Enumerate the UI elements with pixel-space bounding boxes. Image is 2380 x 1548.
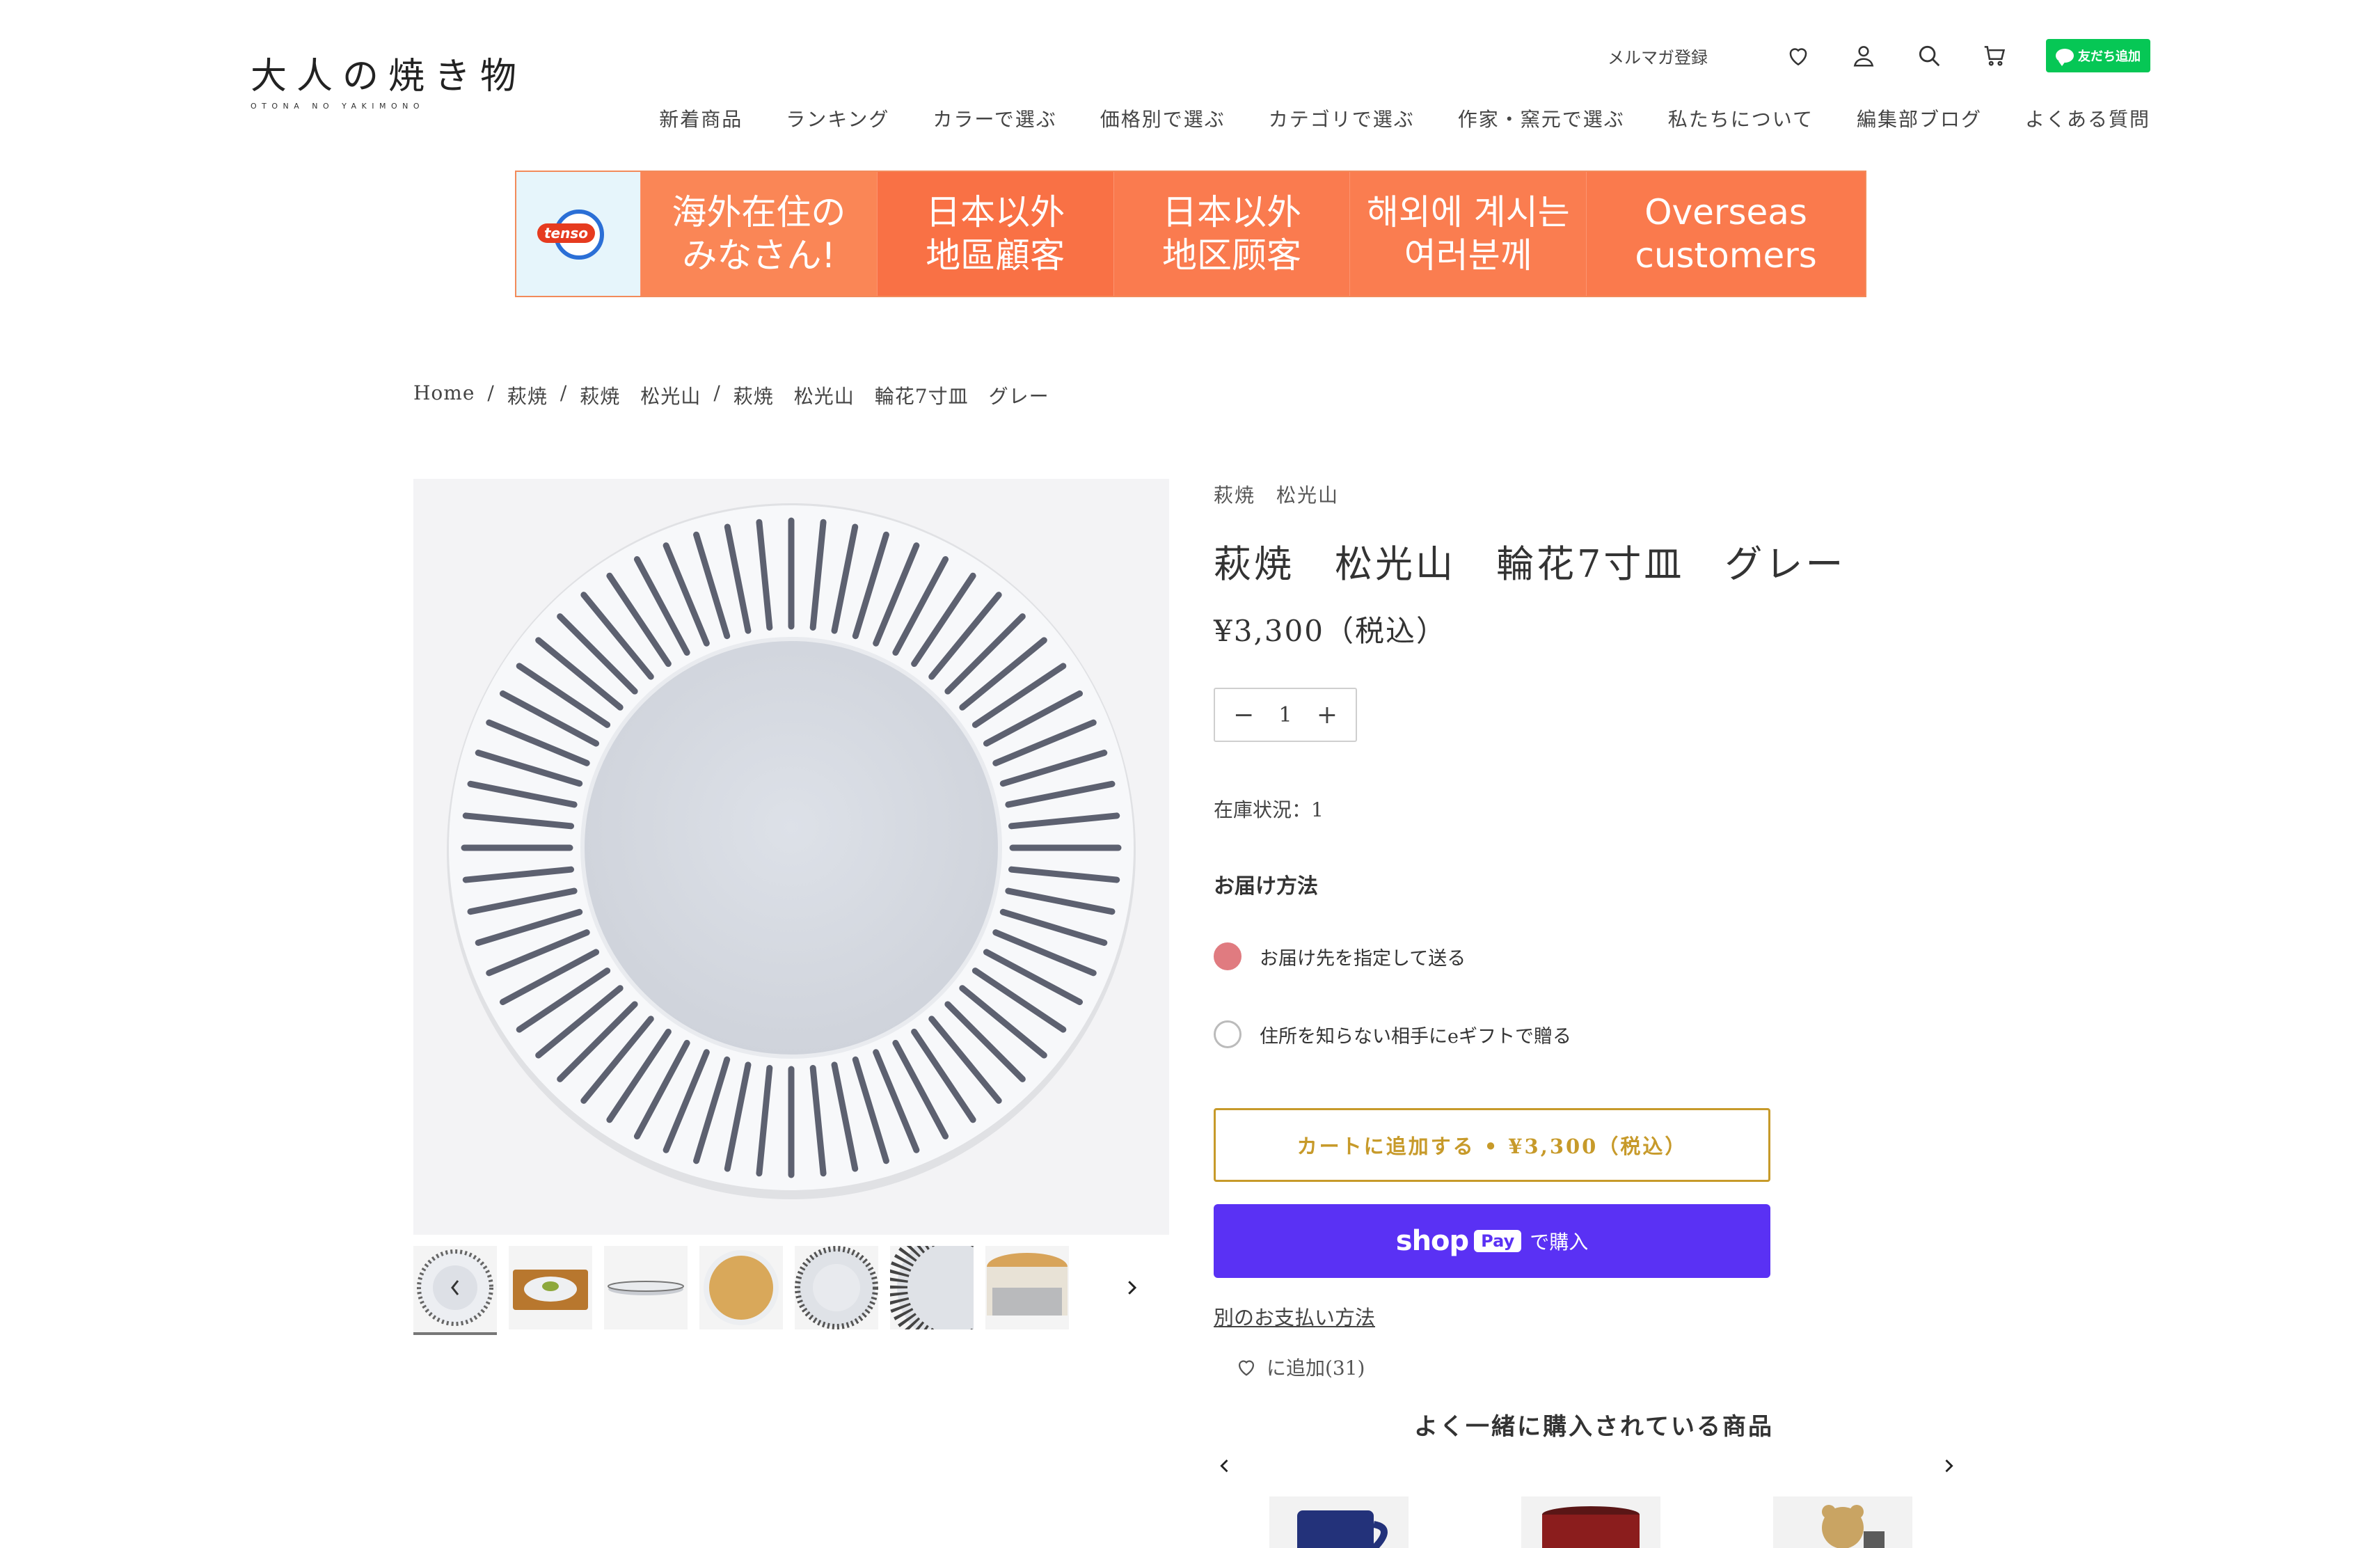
tenso-logo-text: tenso: [537, 223, 596, 243]
breadcrumb-category[interactable]: 萩焼: [507, 381, 548, 409]
related-product-1[interactable]: [1269, 1496, 1409, 1548]
heart-icon[interactable]: [1784, 42, 1812, 70]
thumbnail-next-button[interactable]: [1115, 1271, 1148, 1304]
add-to-cart-button[interactable]: カートに追加する • ¥3,300（税込）: [1214, 1108, 1770, 1182]
other-payment-link[interactable]: 別のお支払い方法: [1214, 1302, 1375, 1331]
breadcrumb-home[interactable]: Home: [413, 381, 475, 409]
breadcrumb-current: 萩焼 松光山 輪花7寸皿 グレー: [733, 385, 1049, 408]
product-price: ¥3,300（税込）: [1214, 614, 1447, 648]
cart-icon[interactable]: [1981, 42, 2008, 70]
related-next-button[interactable]: [1935, 1452, 1962, 1480]
line-add-friend-button[interactable]: 友だち追加: [2046, 39, 2150, 72]
nav-item-new[interactable]: 新着商品: [659, 104, 743, 132]
logo-subtitle: OTONA NO YAKIMONO: [251, 102, 425, 111]
quantity-stepper: − 1 +: [1214, 688, 1357, 742]
overseas-banner[interactable]: tenso 海外在住の みなさん! 日本以外 地區顧客 日本以外 地区顾客 해외…: [515, 171, 1866, 297]
breadcrumb-brand[interactable]: 萩焼 松光山: [580, 381, 701, 409]
related-product-2[interactable]: [1521, 1496, 1660, 1548]
delivery-option-label: 住所を知らない相手にeギフトで贈る: [1260, 1025, 1571, 1048]
main-nav: 新着商品 ランキング カラーで選ぶ 価格別で選ぶ カテゴリで選ぶ 作家・窯元で選…: [659, 104, 2150, 132]
breadcrumb-separator: /: [487, 381, 495, 404]
delivery-option-address[interactable]: お届け先を指定して送る: [1214, 942, 1466, 970]
banner-simplified-chinese: 日本以外 地区顾客: [1113, 172, 1350, 296]
breadcrumb-separator: /: [560, 381, 568, 404]
heart-icon: [1238, 1360, 1255, 1376]
site-logo[interactable]: 大人の焼き物 OTONA NO YAKIMONO: [251, 56, 527, 111]
nav-item-price[interactable]: 価格別で選ぶ: [1100, 104, 1225, 132]
line-button-label: 友だち追加: [2078, 49, 2141, 64]
nav-item-artist[interactable]: 作家・窯元で選ぶ: [1458, 104, 1625, 132]
account-icon[interactable]: [1850, 42, 1878, 70]
thumbnail-2[interactable]: [509, 1246, 592, 1329]
thumbnail-3[interactable]: [604, 1246, 688, 1329]
chevron-right-icon: [1945, 1459, 1953, 1473]
newsletter-link[interactable]: メルマガ登録: [1608, 44, 1708, 68]
related-prev-button[interactable]: [1211, 1452, 1239, 1480]
thumbnail-6[interactable]: [890, 1246, 974, 1329]
wishlist-label: に追加(31): [1267, 1357, 1365, 1380]
banner-english: Overseas customers: [1586, 172, 1865, 296]
nav-item-category[interactable]: カテゴリで選ぶ: [1269, 104, 1415, 132]
radio-selected[interactable]: [1214, 942, 1241, 970]
related-product-3[interactable]: [1773, 1496, 1912, 1548]
wishlist-button[interactable]: に追加(31): [1235, 1353, 1365, 1381]
search-icon[interactable]: [1915, 42, 1943, 70]
chevron-right-icon: [1128, 1281, 1137, 1295]
product-info: 萩焼 松光山 萩焼 松光山 輪花7寸皿 グレー ¥3,300（税込）: [1214, 480, 1972, 650]
product-title: 萩焼 松光山 輪花7寸皿 グレー: [1214, 542, 1846, 586]
shop-pay-button[interactable]: shop Pay で購入: [1214, 1204, 1770, 1278]
thumbnail-5[interactable]: [795, 1246, 878, 1329]
nav-item-blog[interactable]: 編集部ブログ: [1857, 104, 1982, 132]
thumbnail-4[interactable]: [699, 1246, 783, 1329]
banner-korean: 해외에 계시는 여러분께: [1349, 172, 1587, 296]
thumbnail-strip: [413, 1246, 1179, 1336]
nav-item-about[interactable]: 私たちについて: [1668, 104, 1814, 132]
tenso-logo: tenso: [516, 172, 640, 296]
shop-pay-logo: shop: [1395, 1225, 1469, 1257]
banner-japanese: 海外在住の みなさん!: [640, 172, 877, 296]
shop-pay-label: で購入: [1530, 1231, 1589, 1254]
utility-bar: メルマガ登録 友だち追加: [1608, 35, 2150, 77]
line-icon: [2056, 49, 2074, 66]
breadcrumb-separator: /: [713, 381, 721, 404]
product-main-image[interactable]: [413, 479, 1169, 1235]
product-vendor[interactable]: 萩焼 松光山: [1214, 480, 1972, 508]
stock-status: 在庫状況：1: [1214, 798, 1324, 821]
thumbnail-1[interactable]: [413, 1246, 497, 1335]
quantity-increase-button[interactable]: +: [1317, 701, 1338, 729]
quantity-decrease-button[interactable]: −: [1233, 701, 1254, 729]
delivery-option-egift[interactable]: 住所を知らない相手にeギフトで贈る: [1214, 1020, 1571, 1048]
thumbnail-7[interactable]: [985, 1246, 1069, 1329]
nav-item-color[interactable]: カラーで選ぶ: [933, 104, 1056, 132]
banner-traditional-chinese: 日本以外 地區顧客: [876, 172, 1113, 296]
breadcrumb: Home / 萩焼 / 萩焼 松光山 / 萩焼 松光山 輪花7寸皿 グレー: [413, 381, 1049, 409]
chevron-left-icon: [1220, 1459, 1228, 1473]
delivery-option-label: お届け先を指定して送る: [1260, 947, 1466, 970]
logo-title: 大人の焼き物: [251, 56, 527, 97]
pay-badge: Pay: [1474, 1230, 1522, 1252]
nav-item-ranking[interactable]: ランキング: [786, 104, 889, 132]
nav-item-faq[interactable]: よくある質問: [2025, 104, 2150, 132]
delivery-method-title: お届け方法: [1214, 874, 1318, 899]
quantity-value[interactable]: 1: [1278, 703, 1292, 727]
plate-illustration: [447, 503, 1136, 1199]
radio-unselected[interactable]: [1214, 1020, 1241, 1048]
related-products-title: よく一緒に購入されている商品: [1414, 1413, 1774, 1441]
